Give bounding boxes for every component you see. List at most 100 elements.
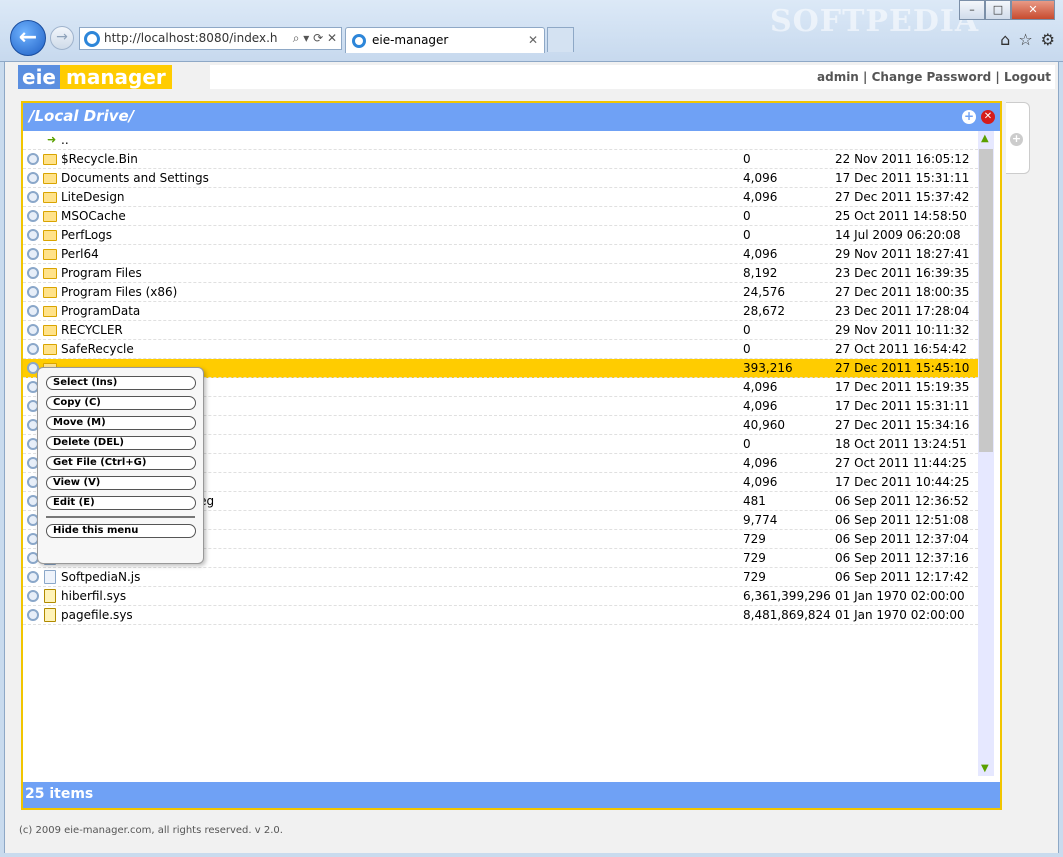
file-name[interactable]: SafeRecycle (61, 340, 134, 358)
context-menu-item[interactable]: View (V) (46, 476, 196, 490)
favorites-icon[interactable]: ☆ (1018, 30, 1032, 49)
logout-link[interactable]: Logout (1004, 70, 1051, 84)
file-name[interactable]: MSOCache (61, 207, 126, 225)
table-row[interactable]: PerfLogs 0 14 Jul 2009 06:20:08 (23, 226, 978, 245)
row-menu-icon[interactable] (27, 305, 39, 317)
file-date: 17 Dec 2011 10:44:25 (835, 475, 970, 489)
table-row[interactable]: Program Files 8,192 23 Dec 2011 16:39:35 (23, 264, 978, 283)
file-date: 01 Jan 1970 02:00:00 (835, 589, 965, 603)
close-tab-icon[interactable]: ✕ (528, 28, 538, 53)
table-row[interactable]: SoftpediaN.js 729 06 Sep 2011 12:17:42 (23, 568, 978, 587)
parent-dir-row[interactable]: ➜ .. (23, 131, 978, 150)
folder-icon (43, 192, 57, 203)
row-menu-icon[interactable] (27, 248, 39, 260)
scroll-down-icon[interactable]: ▼ (981, 763, 989, 774)
panel-title: /Local Drive/ (29, 107, 135, 125)
file-name[interactable]: Program Files (61, 264, 142, 282)
context-menu-item[interactable]: Select (Ins) (46, 376, 196, 390)
row-menu-icon[interactable] (27, 590, 39, 602)
table-row[interactable]: RECYCLER 0 29 Nov 2011 10:11:32 (23, 321, 978, 340)
row-menu-icon[interactable] (27, 609, 39, 621)
row-menu-icon[interactable] (27, 571, 39, 583)
folder-icon (43, 249, 57, 260)
table-row[interactable]: MSOCache 0 25 Oct 2011 14:58:50 (23, 207, 978, 226)
file-size: 28,672 (743, 304, 785, 318)
file-name[interactable]: hiberfil.sys (61, 587, 126, 605)
file-name[interactable]: LiteDesign (61, 188, 125, 206)
file-name[interactable]: Program Files (x86) (61, 283, 177, 301)
forward-button[interactable]: → (50, 26, 74, 50)
file-date: 27 Dec 2011 15:37:42 (835, 190, 970, 204)
row-menu-icon[interactable] (27, 267, 39, 279)
maximize-button[interactable]: □ (985, 0, 1011, 20)
browser-tab[interactable]: eie-manager ✕ (345, 27, 545, 53)
file-date: 27 Dec 2011 18:00:35 (835, 285, 970, 299)
parent-dir-label: .. (61, 133, 69, 147)
folder-icon (43, 173, 57, 184)
context-menu-item[interactable]: Delete (DEL) (46, 436, 196, 450)
table-row[interactable]: ProgramData 28,672 23 Dec 2011 17:28:04 (23, 302, 978, 321)
close-window-button[interactable]: ✕ (1011, 0, 1055, 20)
logo-part1: eie (18, 65, 60, 89)
context-menu-item[interactable]: Copy (C) (46, 396, 196, 410)
table-row[interactable]: Documents and Settings 4,096 17 Dec 2011 1… (23, 169, 978, 188)
hide-menu-button[interactable]: Hide this menu (46, 524, 196, 538)
side-panel-tab[interactable]: + (1006, 102, 1030, 174)
tab-title: eie-manager (372, 33, 449, 47)
row-menu-icon[interactable] (27, 324, 39, 336)
row-menu-icon[interactable] (27, 191, 39, 203)
file-name[interactable]: $Recycle.Bin (61, 150, 138, 168)
vertical-scrollbar[interactable]: ▲ ▼ (978, 131, 994, 776)
file-size: 0 (743, 209, 751, 223)
row-menu-icon[interactable] (27, 153, 39, 165)
new-tab-button[interactable] (547, 27, 574, 52)
table-row[interactable]: SafeRecycle 0 27 Oct 2011 16:54:42 (23, 340, 978, 359)
address-bar[interactable]: http://localhost:8080/index.h ⌕ ▾ ⟳ ✕ (79, 27, 342, 50)
row-menu-icon[interactable] (27, 210, 39, 222)
context-menu-item[interactable]: Move (M) (46, 416, 196, 430)
table-row[interactable]: pagefile.sys 8,481,869,824 01 Jan 1970 02:… (23, 606, 978, 625)
file-size: 729 (743, 532, 766, 546)
table-row[interactable]: Perl64 4,096 29 Nov 2011 18:27:41 (23, 245, 978, 264)
file-icon (44, 589, 56, 603)
file-name[interactable]: Perl64 (61, 245, 99, 263)
file-name[interactable]: SoftpediaN.js (61, 568, 140, 586)
file-name[interactable]: PerfLogs (61, 226, 112, 244)
item-count: 25 items (25, 786, 94, 802)
table-row[interactable]: $Recycle.Bin 0 22 Nov 2011 16:05:12 (23, 150, 978, 169)
user-link[interactable]: admin (817, 70, 859, 84)
file-name[interactable]: ProgramData (61, 302, 140, 320)
table-row[interactable]: Program Files (x86) 24,576 27 Dec 2011 18:… (23, 283, 978, 302)
folder-icon (43, 211, 57, 222)
table-row[interactable]: hiberfil.sys 6,361,399,296 01 Jan 1970 02:… (23, 587, 978, 606)
back-button[interactable]: ← (10, 20, 46, 56)
context-menu-item[interactable]: Edit (E) (46, 496, 196, 510)
minimize-button[interactable]: – (959, 0, 985, 20)
file-name[interactable]: RECYCLER (61, 321, 123, 339)
file-name[interactable]: Documents and Settings (61, 169, 209, 187)
folder-icon (43, 344, 57, 355)
file-date: 17 Dec 2011 15:31:11 (835, 171, 970, 185)
up-arrow-icon: ➜ (47, 133, 57, 146)
folder-icon (43, 306, 57, 317)
window-controls: – □ ✕ (959, 0, 1055, 20)
file-date: 27 Oct 2011 11:44:25 (835, 456, 967, 470)
address-text: http://localhost:8080/index.h (104, 31, 278, 45)
change-password-link[interactable]: Change Password (872, 70, 992, 84)
home-icon[interactable]: ⌂ (1000, 30, 1010, 49)
row-menu-icon[interactable] (27, 172, 39, 184)
address-tools[interactable]: ⌕ ▾ ⟳ ✕ (288, 28, 337, 49)
file-name[interactable]: pagefile.sys (61, 606, 133, 624)
gear-icon[interactable]: ⚙ (1041, 30, 1055, 49)
scroll-up-icon[interactable]: ▲ (981, 133, 989, 144)
row-menu-icon[interactable] (27, 229, 39, 241)
context-menu-item[interactable]: Get File (Ctrl+G) (46, 456, 196, 470)
scroll-thumb[interactable] (979, 149, 993, 452)
close-panel-icon[interactable]: ✕ (981, 110, 995, 124)
add-icon[interactable]: + (1010, 133, 1023, 146)
row-menu-icon[interactable] (27, 343, 39, 355)
add-panel-icon[interactable]: + (962, 110, 976, 124)
file-size: 8,192 (743, 266, 778, 280)
row-menu-icon[interactable] (27, 286, 39, 298)
table-row[interactable]: LiteDesign 4,096 27 Dec 2011 15:37:42 (23, 188, 978, 207)
